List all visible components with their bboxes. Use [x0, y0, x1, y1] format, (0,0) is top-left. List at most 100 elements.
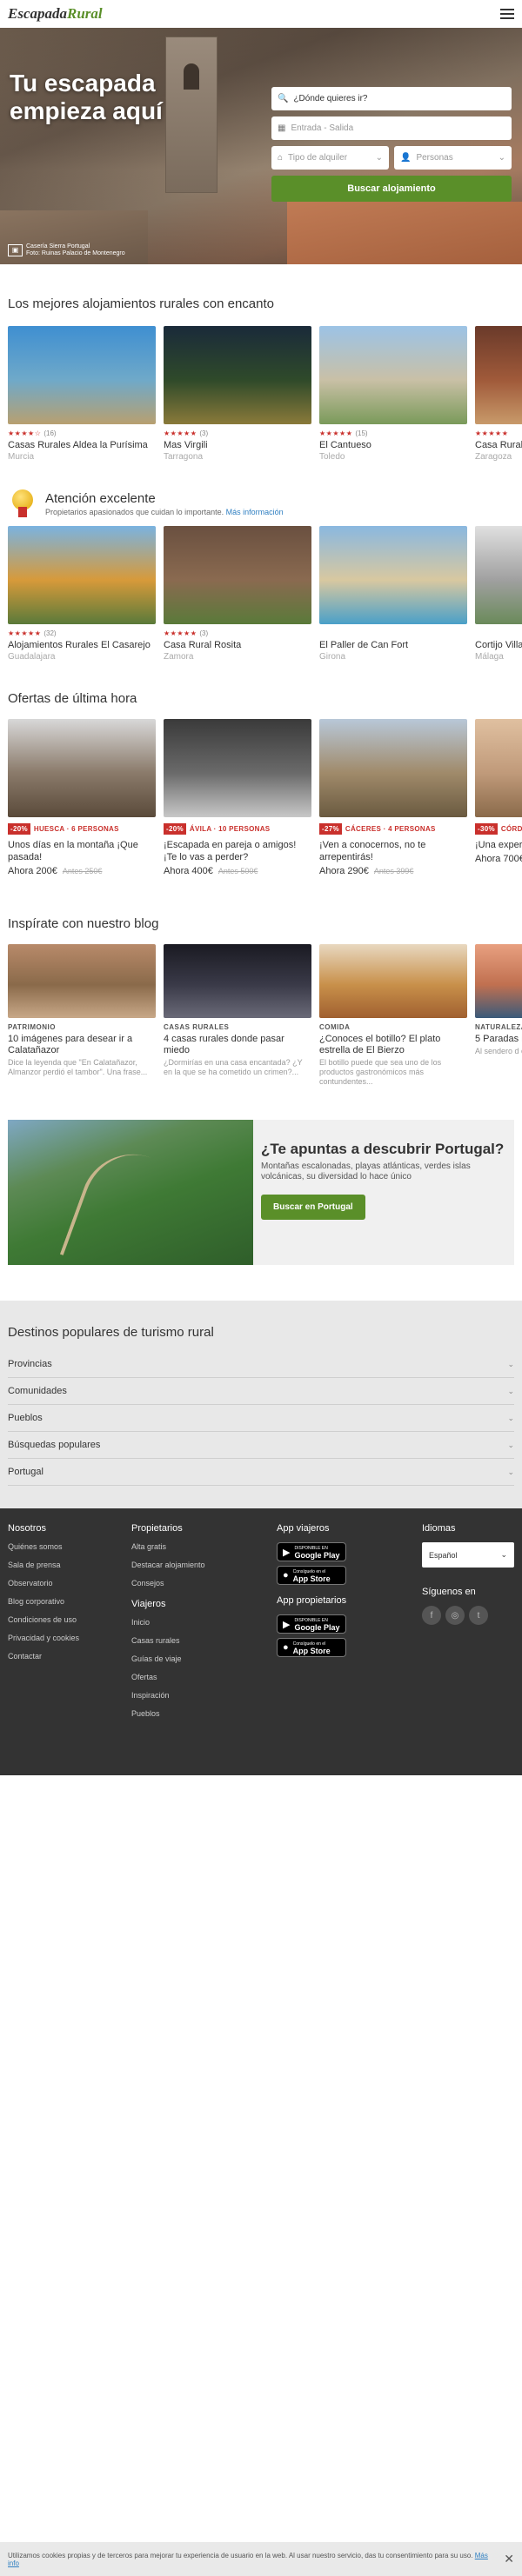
- accommodation-name: El Cantueso: [319, 440, 371, 450]
- section-title: Ofertas de última hora: [8, 691, 137, 706]
- rental-type-select[interactable]: ⌂ Tipo de alquiler ⌄: [271, 146, 389, 170]
- chevron-down-icon: ⌄: [498, 153, 505, 163]
- search-button[interactable]: Buscar alojamiento: [271, 176, 512, 202]
- chevron-down-icon: ⌄: [500, 1550, 507, 1559]
- blog-card[interactable]: NATURALEZA 5 Paradas imprescind Al sendero…: [475, 944, 522, 1087]
- accommodation-card[interactable]: ★★★★★ (3) Casa Rural Rosita Zamora: [164, 526, 311, 662]
- best-cards: ★★★★☆ (16) Casas Rurales Aldea la Purísima…: [0, 326, 522, 462]
- twitter-icon[interactable]: t: [469, 1606, 488, 1625]
- facebook-icon[interactable]: f: [422, 1606, 441, 1625]
- accordion-item[interactable]: Pueblos ⌄: [8, 1405, 514, 1432]
- footer-link[interactable]: Privacidad y cookies: [8, 1634, 79, 1642]
- footer-link[interactable]: Sala de prensa: [8, 1561, 79, 1569]
- footer-link[interactable]: Inspiración: [131, 1691, 205, 1700]
- footer-col-propietarios: Propietarios Alta gratis Destacar alojami…: [131, 1523, 205, 1727]
- calendar-icon: ▦: [278, 123, 286, 133]
- google-play-button[interactable]: ▶ DISPONIBLE EN Google Play: [277, 1614, 346, 1634]
- award-title: Atención excelente: [45, 490, 156, 506]
- footer-link[interactable]: Observatorio: [8, 1579, 79, 1588]
- accommodation-card[interactable]: ★★★★☆ (16) Casas Rurales Aldea la Purísima…: [8, 326, 156, 462]
- accommodation-card[interactable]: Cortijo Villa Málaga: [475, 526, 522, 662]
- portugal-title: ¿Te apuntas a descubrir Portugal?: [261, 1141, 505, 1157]
- offer-card[interactable]: -30% CÓRD ¡Una experi Ahora 700€: [475, 719, 522, 876]
- chevron-down-icon: ⌄: [507, 1386, 514, 1395]
- people-select[interactable]: 👤 Personas ⌄: [394, 146, 512, 170]
- accommodation-photo: [319, 326, 467, 424]
- footer-col-nosotros: Nosotros Quiénes somos Sala de prensa Obse…: [8, 1523, 79, 1670]
- accommodation-card[interactable]: ★★★★★ (3) Mas Virgili Tarragona: [164, 326, 311, 462]
- offer-card[interactable]: -20% HUESCA · 6 PERSONAS Unos días en la m…: [8, 719, 156, 876]
- google-play-button[interactable]: ▶ DISPONIBLE EN Google Play: [277, 1542, 346, 1561]
- dates-input[interactable]: ▦ Entrada - Salida: [271, 116, 512, 140]
- section-title: Los mejores alojamientos rurales con enc…: [8, 296, 274, 311]
- footer-link[interactable]: Contactar: [8, 1652, 79, 1661]
- discount-badge: -30%: [475, 823, 498, 835]
- footer-link[interactable]: Quiénes somos: [8, 1542, 79, 1551]
- credit-line-1: Casería Sierra Portugal: [26, 243, 90, 250]
- offer-old-price: Antes 250€: [62, 867, 103, 875]
- more-info-link[interactable]: Más información: [226, 508, 284, 516]
- blog-card[interactable]: COMIDA ¿Conoces el botillo? El plato estr…: [319, 944, 467, 1087]
- accordion-item[interactable]: Comunidades ⌄: [8, 1378, 514, 1405]
- offer-price: Ahora 200€ Antes 250€: [8, 866, 103, 876]
- blog-photo: [8, 944, 156, 1018]
- footer-heading: App viajeros: [277, 1523, 330, 1534]
- accommodation-name: El Paller de Can Fort: [319, 640, 409, 650]
- review-count: (32): [44, 629, 57, 637]
- footer-link[interactable]: Casas rurales: [131, 1636, 205, 1645]
- accommodation-name: Cortijo Villa: [475, 640, 522, 650]
- destination-input[interactable]: 🔍 ¿Dónde quieres ir?: [271, 87, 512, 110]
- accommodation-location: Guadalajara: [8, 652, 56, 662]
- footer-link[interactable]: Ofertas: [131, 1673, 205, 1681]
- blog-excerpt: El botillo puede que sea uno de los prod…: [319, 1058, 442, 1086]
- app-store-button[interactable]: ● Consíguelo en el App Store: [277, 1566, 346, 1585]
- footer-link[interactable]: Inicio: [131, 1618, 205, 1627]
- blog-card[interactable]: CASAS RURALES 4 casas rurales donde pasar…: [164, 944, 311, 1087]
- footer-link[interactable]: Pueblos: [131, 1709, 205, 1718]
- destination-placeholder: ¿Dónde quieres ir?: [293, 94, 368, 103]
- accommodation-location: Murcia: [8, 452, 35, 462]
- site-logo[interactable]: EscapadaRural: [8, 5, 103, 23]
- footer-link[interactable]: Blog corporativo: [8, 1597, 79, 1606]
- menu-icon[interactable]: [500, 9, 514, 19]
- excellent-cards: ★★★★★ (32) Alojamientos Rurales El Casarej…: [0, 526, 522, 662]
- discount-badge: -20%: [8, 823, 30, 835]
- footer-link[interactable]: Alta gratis: [131, 1542, 205, 1551]
- house-icon: ⌂: [278, 153, 284, 163]
- app-store-button[interactable]: ● Consíguelo en el App Store: [277, 1638, 346, 1657]
- best-section: Los mejores alojamientos rurales con enc…: [0, 296, 522, 462]
- accordion-item[interactable]: Búsquedas populares ⌄: [8, 1432, 514, 1459]
- close-icon[interactable]: ✕: [504, 2552, 514, 2566]
- accordion-label: Pueblos: [8, 1413, 43, 1423]
- accommodation-card[interactable]: ★★★★★ (32) Alojamientos Rurales El Casarej…: [8, 526, 156, 662]
- accordion-item[interactable]: Provincias ⌄: [8, 1351, 514, 1378]
- offer-card[interactable]: -20% ÁVILA · 10 PERSONAS ¡Escapada en pare…: [164, 719, 311, 876]
- footer-col-languages: Idiomas Español ⌄ Síguenos en f ◎ t: [422, 1523, 514, 1625]
- footer-link[interactable]: Destacar alojamiento: [131, 1561, 205, 1569]
- hero-title: Tu escapada empieza aquí: [10, 70, 163, 124]
- footer-heading: Idiomas: [422, 1523, 456, 1534]
- instagram-icon[interactable]: ◎: [445, 1606, 465, 1625]
- offer-card[interactable]: -27% CÁCERES · 4 PERSONAS ¡Ven a conocerno…: [319, 719, 467, 876]
- footer-link[interactable]: Consejos: [131, 1579, 205, 1588]
- accommodation-card[interactable]: ★★★★★ (15) El Cantueso Toledo: [319, 326, 467, 462]
- chevron-down-icon: ⌄: [507, 1413, 514, 1422]
- footer-heading: Viajeros: [131, 1599, 166, 1609]
- accommodation-location: Málaga: [475, 652, 504, 662]
- footer-link[interactable]: Guías de viaje: [131, 1654, 205, 1663]
- medal-icon: [10, 489, 35, 517]
- language-select[interactable]: Español ⌄: [422, 1542, 514, 1568]
- footer-heading: Nosotros: [8, 1523, 47, 1534]
- accommodation-name: Casas Rurales Aldea la Purísima: [8, 440, 148, 450]
- footer-link[interactable]: Condiciones de uso: [8, 1615, 79, 1624]
- photo-credit: ▣ Casería Sierra Portugal Foto: Ruinas P…: [8, 243, 125, 257]
- accommodation-card[interactable]: El Paller de Can Fort Girona: [319, 526, 467, 662]
- accommodation-photo: [319, 526, 467, 624]
- accordion-item[interactable]: Portugal ⌄: [8, 1459, 514, 1486]
- apple-icon: ●: [283, 1642, 289, 1653]
- accommodation-name: Casa Rural: [475, 440, 522, 450]
- blog-card[interactable]: PATRIMONIO 10 imágenes para desear ir a C…: [8, 944, 156, 1087]
- accommodation-card[interactable]: ★★★★★ Casa Rural Zaragoza: [475, 326, 522, 462]
- search-portugal-button[interactable]: Buscar en Portugal: [261, 1195, 365, 1220]
- offer-old-price: Antes 399€: [373, 867, 414, 875]
